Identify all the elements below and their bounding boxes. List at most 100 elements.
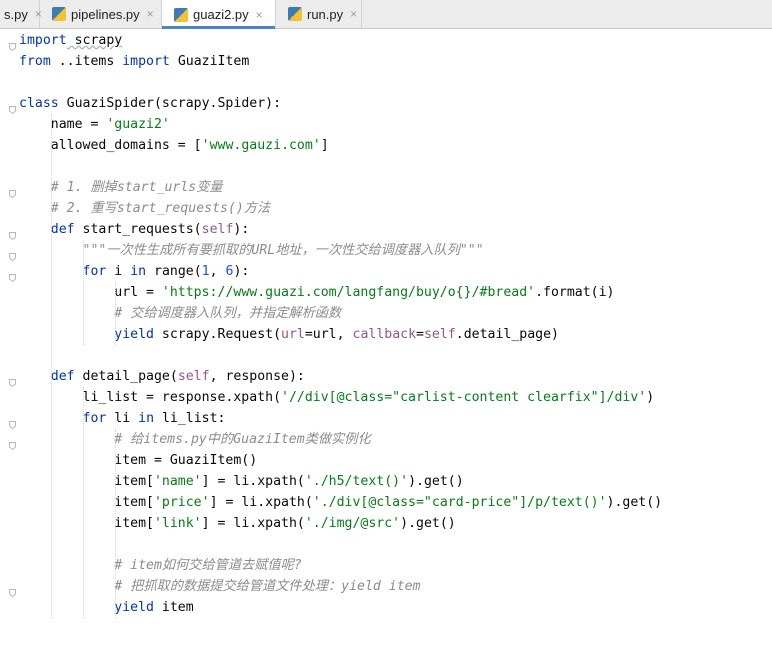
code-token: = bbox=[416, 326, 424, 342]
code-token: url bbox=[281, 326, 305, 342]
close-tab-icon[interactable]: × bbox=[350, 7, 357, 21]
code-token: scrapy.Request( bbox=[153, 326, 282, 342]
code-token: li bbox=[106, 410, 139, 426]
indent-guide bbox=[83, 239, 84, 345]
code-token: item[ bbox=[19, 473, 154, 489]
code-token: from bbox=[19, 53, 51, 69]
tab-label: pipelines.py bbox=[71, 6, 140, 22]
tab-label: s.py bbox=[4, 6, 28, 22]
tab-pipelines-py[interactable]: pipelines.py × bbox=[40, 0, 162, 28]
fold-marker-icon[interactable] bbox=[9, 246, 16, 261]
code-token: allowed_domains = [ bbox=[19, 137, 202, 153]
code-token: class bbox=[19, 95, 59, 111]
fold-marker-icon[interactable] bbox=[9, 36, 16, 51]
python-file-icon bbox=[288, 7, 302, 21]
code-editor[interactable]: import scrapy from ..items import GuaziIt… bbox=[0, 29, 772, 658]
code-line: item['name'] = li.xpath('./h5/text()').g… bbox=[19, 471, 464, 492]
fold-marker-icon[interactable] bbox=[9, 372, 16, 387]
code-token: def bbox=[50, 368, 75, 384]
code-token: import bbox=[122, 53, 170, 69]
code-token: .format(i) bbox=[535, 284, 615, 300]
close-tab-icon[interactable]: × bbox=[256, 8, 263, 22]
code-line: yield scrapy.Request(url=url, callback=s… bbox=[19, 324, 559, 345]
code-line: def detail_page(self, response): bbox=[19, 366, 305, 387]
code-token: ) bbox=[646, 389, 655, 405]
python-file-icon bbox=[174, 7, 188, 22]
code-token: in bbox=[138, 410, 155, 426]
code-line: # item如何交给管道去赋值呢? bbox=[19, 555, 301, 576]
code-line: from ..items import GuaziItem bbox=[19, 51, 249, 72]
code-line: class GuaziSpider(scrapy.Spider): bbox=[19, 93, 281, 114]
code-token: './div[@class="card-price"]/p/text()' bbox=[312, 494, 607, 510]
code-token: def bbox=[50, 221, 75, 237]
code-token: item[ bbox=[19, 515, 154, 531]
code-token: name = bbox=[19, 116, 107, 132]
indent-guide bbox=[83, 386, 84, 618]
code-token: li_list: bbox=[154, 410, 226, 426]
tab-run-py[interactable]: run.py × bbox=[276, 0, 362, 28]
code-token: self bbox=[423, 326, 456, 342]
indent-guide bbox=[115, 428, 116, 618]
code-line: li_list = response.xpath('//div[@class="… bbox=[19, 387, 655, 408]
code-token: GuaziSpider(scrapy.Spider): bbox=[58, 95, 282, 111]
tab-label: run.py bbox=[307, 6, 344, 22]
code-token: , response): bbox=[209, 368, 305, 384]
code-token: ] = li.xpath( bbox=[201, 515, 305, 531]
code-token: item = GuaziItem() bbox=[19, 452, 258, 468]
code-token: detail_page( bbox=[74, 368, 178, 384]
code-token: yield bbox=[114, 599, 154, 615]
code-token: 'link' bbox=[153, 515, 202, 531]
code-line: # 1. 删掉start_urls变量 bbox=[19, 177, 223, 198]
fold-marker-icon[interactable] bbox=[9, 267, 16, 282]
code-token: './img/@src' bbox=[304, 515, 401, 531]
code-token: GuaziItem bbox=[169, 53, 250, 69]
tab-guazi2-py[interactable]: guazi2.py × bbox=[162, 0, 276, 29]
code-line: url = 'https://www.guazi.com/langfang/bu… bbox=[19, 282, 615, 303]
fold-marker-icon[interactable] bbox=[9, 414, 16, 429]
fold-marker-icon[interactable] bbox=[9, 183, 16, 198]
code-token: './h5/text()' bbox=[304, 473, 409, 489]
fold-marker-icon[interactable] bbox=[9, 99, 16, 114]
code-line: # 2. 重写start_requests()方法 bbox=[19, 198, 271, 219]
code-token: """一次性生成所有要抓取的URL地址，一次性交给调度器入队列""" bbox=[19, 242, 484, 258]
python-file-icon bbox=[52, 7, 66, 21]
code-token: 1 bbox=[201, 263, 210, 279]
indent-guide bbox=[51, 113, 52, 618]
code-token: for bbox=[82, 263, 107, 279]
code-token: range( bbox=[146, 263, 202, 279]
code-line: # 交给调度器入队列，并指定解析函数 bbox=[19, 303, 341, 324]
code-token: # 把抓取的数据提交给管道文件处理：yield item bbox=[19, 578, 421, 594]
code-token: in bbox=[130, 263, 147, 279]
code-token: 'name' bbox=[153, 473, 202, 489]
tab-label: guazi2.py bbox=[193, 7, 249, 22]
code-token: ): bbox=[233, 221, 250, 237]
close-tab-icon[interactable]: × bbox=[147, 7, 154, 21]
editor-gutter bbox=[0, 29, 16, 658]
code-token: ).get() bbox=[408, 473, 464, 489]
fold-marker-icon[interactable] bbox=[9, 435, 16, 450]
code-token: item bbox=[153, 599, 194, 615]
code-token: for bbox=[82, 410, 107, 426]
code-line: # 给items.py中的GuaziItem类做实例化 bbox=[19, 429, 370, 450]
fold-marker-icon[interactable] bbox=[9, 582, 16, 597]
code-token: # 1. 删掉start_urls变量 bbox=[19, 179, 223, 195]
code-token: ] = li.xpath( bbox=[201, 473, 305, 489]
fold-marker-icon[interactable] bbox=[9, 225, 16, 240]
code-token: start_requests( bbox=[74, 221, 202, 237]
code-token: # 2. 重写start_requests()方法 bbox=[19, 200, 271, 216]
code-token: import bbox=[19, 32, 67, 48]
code-token: ] bbox=[320, 137, 329, 153]
code-line: """一次性生成所有要抓取的URL地址，一次性交给调度器入队列""" bbox=[19, 240, 484, 261]
code-token: ): bbox=[233, 263, 250, 279]
code-token: # 交给调度器入队列，并指定解析函数 bbox=[19, 305, 342, 321]
code-token: , bbox=[209, 263, 226, 279]
code-line: item = GuaziItem() bbox=[19, 450, 257, 471]
code-token: 'www.gauzi.com' bbox=[201, 137, 321, 153]
code-line: yield item bbox=[19, 597, 194, 618]
code-token: 'guazi2' bbox=[106, 116, 170, 132]
tab-s-py[interactable]: s.py × bbox=[0, 0, 42, 28]
code-token: 'price' bbox=[153, 494, 210, 510]
